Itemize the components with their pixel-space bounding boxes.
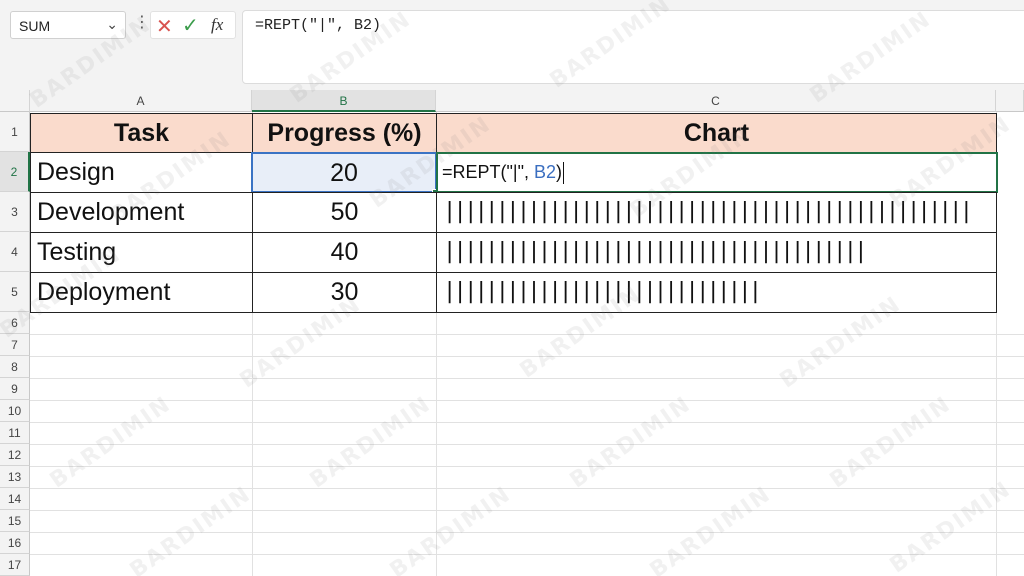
name-box-value: SUM (19, 18, 51, 34)
row-header-5[interactable]: 5 (0, 272, 30, 312)
name-box[interactable]: SUM ⌄ (10, 11, 126, 39)
task-cell[interactable]: Development (30, 192, 253, 233)
editing-cell[interactable]: =REPT("|", B2) (436, 152, 998, 193)
progress-cell[interactable]: 40 (252, 232, 437, 273)
column-header-c[interactable]: C (436, 90, 996, 112)
row-header-8[interactable]: 8 (0, 356, 30, 378)
gridline (30, 532, 1024, 533)
column-header-b[interactable]: B (252, 90, 436, 112)
gridline (30, 466, 1024, 467)
enter-icon[interactable]: ✓ (182, 13, 199, 38)
row-header-14[interactable]: 14 (0, 488, 30, 510)
spreadsheet-grid: A B C 1 2 3 4 5 6 7 8 9 10 11 12 13 14 1… (0, 90, 1024, 576)
gridline (30, 400, 1024, 401)
row-header-1[interactable]: 1 (0, 112, 30, 152)
gridline (30, 356, 1024, 357)
row-header-15[interactable]: 15 (0, 510, 30, 532)
header-cell-progress[interactable]: Progress (%) (252, 113, 437, 153)
progress-cell[interactable]: 30 (252, 272, 437, 313)
more-options-icon[interactable]: ⋮ (134, 12, 150, 31)
task-cell[interactable]: Testing (30, 232, 253, 273)
row-header-4[interactable]: 4 (0, 232, 30, 272)
gridline (30, 554, 1024, 555)
formula-bar-area: SUM ⌄ ⋮ ✕ ✓ fx =REPT("|", B2) (0, 0, 1024, 90)
chart-cell[interactable]: ||||||||||||||||||||||||||||||||||||||||… (436, 192, 997, 233)
chart-cell[interactable]: |||||||||||||||||||||||||||||||||||||||| (436, 232, 997, 273)
row-header-16[interactable]: 16 (0, 532, 30, 554)
gridline (30, 510, 1024, 511)
formula-input[interactable]: =REPT("|", B2) (242, 10, 1024, 84)
gridline (30, 422, 1024, 423)
row-header-7[interactable]: 7 (0, 334, 30, 356)
row-header-17[interactable]: 17 (0, 554, 30, 576)
formula-text: =REPT("|", B2) (255, 17, 382, 34)
column-header-d[interactable] (996, 90, 1024, 112)
task-cell[interactable]: Design (30, 152, 253, 193)
chevron-down-icon[interactable]: ⌄ (106, 16, 118, 33)
edit-formula-ref: B2 (533, 162, 556, 182)
insert-function-icon[interactable]: fx (211, 15, 223, 35)
edit-formula-prefix: =REPT("|", (442, 162, 534, 182)
row-header-13[interactable]: 13 (0, 466, 30, 488)
progress-cell[interactable]: 50 (252, 192, 437, 233)
task-cell[interactable]: Deployment (30, 272, 253, 313)
row-header-10[interactable]: 10 (0, 400, 30, 422)
gridline (30, 334, 1024, 335)
row-header-12[interactable]: 12 (0, 444, 30, 466)
progress-cell-selected[interactable]: 20 (251, 152, 437, 193)
header-cell-chart[interactable]: Chart (436, 113, 997, 153)
gridline (30, 488, 1024, 489)
row-header-9[interactable]: 9 (0, 378, 30, 400)
row-header-2[interactable]: 2 (0, 152, 30, 192)
gridline (30, 444, 1024, 445)
gridline (30, 378, 1024, 379)
edit-formula-suffix: ) (556, 162, 562, 182)
header-cell-task[interactable]: Task (30, 113, 253, 153)
row-header-3[interactable]: 3 (0, 192, 30, 232)
formula-buttons: ✕ ✓ fx (150, 11, 236, 39)
text-caret (563, 162, 564, 185)
cancel-icon[interactable]: ✕ (156, 14, 173, 39)
chart-cell[interactable]: |||||||||||||||||||||||||||||| (436, 272, 997, 313)
row-header-6[interactable]: 6 (0, 312, 30, 334)
select-all-corner[interactable] (0, 90, 30, 112)
column-header-a[interactable]: A (30, 90, 252, 112)
row-header-11[interactable]: 11 (0, 422, 30, 444)
